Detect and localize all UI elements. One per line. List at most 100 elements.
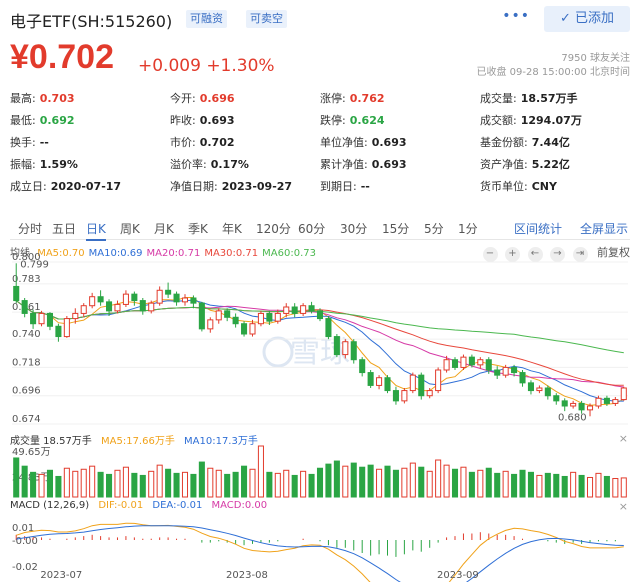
tab-分时[interactable]: 分时 xyxy=(18,220,42,237)
volume-bar xyxy=(443,464,450,498)
zoom-in-icon[interactable]: + xyxy=(505,247,520,262)
candle-body xyxy=(612,399,619,404)
volume-bar xyxy=(333,460,340,498)
candle-body xyxy=(586,405,594,411)
candle-body xyxy=(595,397,602,407)
quote-value: 0.692 xyxy=(39,114,75,127)
tab-5分[interactable]: 5分 xyxy=(424,220,444,237)
quote-label: 到期日: xyxy=(320,180,357,193)
volume-bar xyxy=(190,473,197,498)
tab-五日[interactable]: 五日 xyxy=(52,220,76,237)
tab-月K[interactable]: 月K xyxy=(154,220,174,237)
volume-bar xyxy=(494,472,501,498)
watermark-logo-icon xyxy=(262,336,294,368)
candle-body xyxy=(519,372,526,384)
quote-value: 18.57万手 xyxy=(520,92,578,105)
quote-row: 振幅: 1.59% 溢价率: 0.17% 累计净值: 0.693 资产净值: 5.22亿 xyxy=(10,154,630,176)
scroll-right-icon[interactable]: → xyxy=(550,247,565,262)
quote-cell: 涨停: 0.762 xyxy=(320,88,385,110)
candle-body xyxy=(291,306,298,314)
candle-body xyxy=(232,316,239,325)
macd-dif-line xyxy=(16,522,624,582)
volume-bar xyxy=(13,457,20,498)
adjust-mode-select[interactable]: 前复权 xyxy=(597,246,630,259)
volume-bar xyxy=(156,464,163,498)
quote-value: 0.696 xyxy=(199,92,235,105)
tab-周K[interactable]: 周K xyxy=(120,220,140,237)
candle-body xyxy=(165,289,172,295)
scroll-left-icon[interactable]: ← xyxy=(527,247,543,262)
volume-bar xyxy=(376,468,383,498)
close-macd-icon[interactable]: × xyxy=(619,500,628,513)
quote-value: 0.762 xyxy=(349,92,385,105)
range-stats-link[interactable]: 区间统计 xyxy=(514,220,562,237)
price-axis-label: 0.674 xyxy=(12,414,41,425)
candle-body xyxy=(536,387,543,392)
tab-30分[interactable]: 30分 xyxy=(340,220,367,237)
volume-bar xyxy=(97,471,104,498)
volume-bar xyxy=(468,471,475,498)
quote-value: 0.693 xyxy=(371,158,407,171)
volume-bar xyxy=(359,466,366,498)
zoom-out-icon[interactable]: − xyxy=(482,247,498,262)
candle-body xyxy=(300,305,307,314)
quote-value: -- xyxy=(360,180,370,193)
close-volume-icon[interactable]: × xyxy=(619,432,628,445)
volume-bar xyxy=(451,468,459,498)
tab-120分[interactable]: 120分 xyxy=(256,220,291,237)
candle-body xyxy=(89,296,96,307)
volume-bar xyxy=(131,472,138,498)
x-axis-label: 2023-09 xyxy=(437,570,479,581)
candle-body xyxy=(376,377,383,386)
quote-value: 2023-09-27 xyxy=(221,180,293,193)
ma-line xyxy=(15,300,624,388)
candle-body xyxy=(325,318,332,338)
macd-label: MACD (12,26,9) xyxy=(10,500,90,511)
scroll-end-icon[interactable]: ⇥ xyxy=(572,247,588,262)
tab-日K[interactable]: 日K xyxy=(86,220,106,241)
ma-legend-item: MA20:0.71 xyxy=(146,248,201,259)
candle-body xyxy=(148,302,155,312)
volume-bar xyxy=(173,472,180,498)
volume-bar xyxy=(232,471,239,498)
quote-value: 7.44亿 xyxy=(531,136,570,149)
candle-body xyxy=(359,359,366,374)
volume-bar xyxy=(409,462,416,498)
follow-button[interactable]: ✓ 已添加 xyxy=(544,6,630,32)
quote-value: 2020-07-17 xyxy=(50,180,122,193)
candle-body xyxy=(477,359,484,366)
quote-row: 最低: 0.692 昨收: 0.693 跌停: 0.624 成交额: 1294.07万 xyxy=(10,110,630,132)
tab-15分[interactable]: 15分 xyxy=(382,220,409,237)
macd-dea: DEA:-0.01 xyxy=(152,500,203,511)
candle-body xyxy=(38,312,45,325)
tab-季K[interactable]: 季K xyxy=(188,220,208,237)
quote-cell: 成交额: 1294.07万 xyxy=(480,110,582,132)
quote-label: 成交额: xyxy=(480,114,517,127)
page-title: 电子ETF(SH:515260) xyxy=(10,12,173,31)
volume-label: 成交量 18.57万手 xyxy=(10,436,92,447)
volume-bar xyxy=(30,471,37,498)
period-tabs: 分时 五日 日K 周K 月K 季K 年K 120分 60分 30分 15分 5分 1分 区间统计 全屏显示 xyxy=(10,218,630,241)
volume-bar xyxy=(300,470,307,498)
ma-legend-item: MA5:0.70 xyxy=(37,248,85,259)
candle-body xyxy=(451,359,459,368)
candle-body xyxy=(13,285,20,302)
quote-cell: 换手: -- xyxy=(10,132,49,154)
more-options-icon[interactable]: ••• xyxy=(502,8,530,24)
volume-bar xyxy=(274,472,281,498)
volume-bar xyxy=(139,474,146,498)
tab-1分[interactable]: 1分 xyxy=(458,220,478,237)
volume-bar xyxy=(224,473,231,498)
fullscreen-link[interactable]: 全屏显示 xyxy=(580,220,628,237)
quote-cell: 市价: 0.702 xyxy=(170,132,235,154)
macd-axis-label: -0.02 xyxy=(12,562,38,573)
volume-bar xyxy=(595,472,602,498)
volume-bar xyxy=(586,476,594,498)
tab-年K[interactable]: 年K xyxy=(222,220,242,237)
tab-60分[interactable]: 60分 xyxy=(298,220,325,237)
quote-value: 5.22亿 xyxy=(531,158,570,171)
candle-body xyxy=(367,372,374,386)
volume-legend: 成交量 18.57万手 MA5:17.66万手 MA10:17.3万手 xyxy=(10,432,258,447)
volume-bar xyxy=(502,470,509,498)
header: 电子ETF(SH:515260) 可融资 可卖空 ••• ✓ 已添加 xyxy=(10,6,630,32)
